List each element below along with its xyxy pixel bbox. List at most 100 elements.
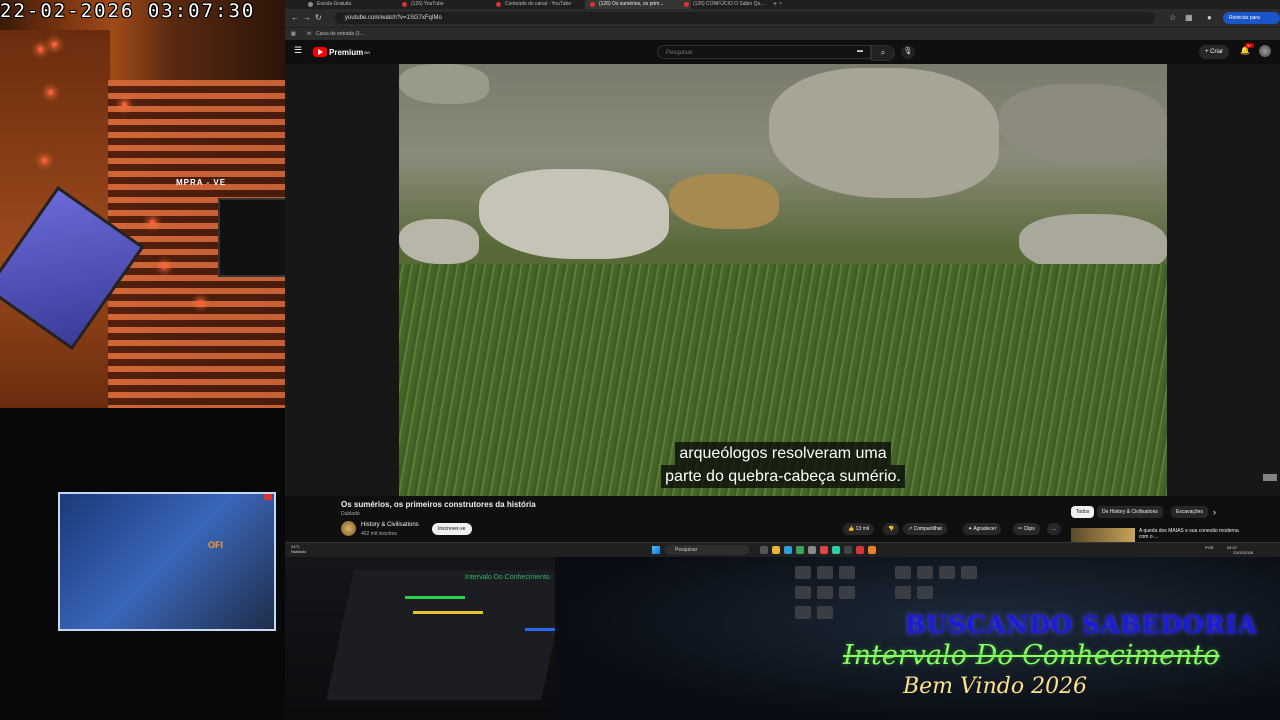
reload-icon[interactable]: ↻ <box>315 13 322 22</box>
language-indicator[interactable]: POR <box>1205 545 1214 550</box>
like-count: 13 mil <box>855 526 869 532</box>
monitor-image <box>218 198 285 277</box>
youtube-header: ☰ Premium BR Pesquisar ▬ ⌕ 🎙 + Criar 🔔 9… <box>285 40 1280 64</box>
christmas-light <box>162 264 167 269</box>
overlay-welcome: Bem Vindo 2026 <box>903 674 1088 699</box>
app-icon[interactable] <box>844 546 852 554</box>
chip-all[interactable]: Todos <box>1071 506 1095 518</box>
apps-grid-icon[interactable]: ▦ <box>291 28 296 40</box>
tab-escola[interactable]: Escola Gratuita× <box>303 0 409 9</box>
tab-sumerios[interactable]: (126) Os sumérios, os prim...× <box>585 0 691 9</box>
hamburger-menu-icon[interactable]: ☰ <box>294 45 302 56</box>
christmas-light <box>42 158 47 163</box>
level-meter <box>405 596 465 599</box>
youtube-favicon-icon <box>496 2 501 7</box>
edge-icon[interactable] <box>784 546 792 554</box>
christmas-light <box>38 47 43 52</box>
close-icon[interactable]: × <box>779 0 782 9</box>
star-icon[interactable]: ☆ <box>1169 13 1176 22</box>
app-icon[interactable] <box>820 546 828 554</box>
pad <box>939 566 955 579</box>
subtitle-caption: arqueólogos resolveram uma parte do queb… <box>639 442 927 488</box>
miniplayer-icon[interactable] <box>1263 474 1277 481</box>
forward-arrow-icon[interactable]: → <box>303 13 311 22</box>
dislike-button[interactable]: 👎 <box>883 523 900 535</box>
channel-avatar[interactable] <box>341 521 356 536</box>
recommended-title[interactable]: A queda dos MAIAS e sua conexão moderna … <box>1139 528 1239 540</box>
tab-label: (126) Os sumérios, os prim... <box>599 1 664 7</box>
video-player[interactable]: arqueólogos resolveram uma parte do queb… <box>285 64 1280 496</box>
tab-label: Escola Gratuita <box>317 1 352 7</box>
task-view-icon[interactable] <box>760 546 768 554</box>
back-arrow-icon[interactable]: ← <box>291 13 299 22</box>
url-field[interactable]: youtube.com/watch?v=1SG7xFqIMo <box>335 12 1155 24</box>
rock <box>479 169 669 259</box>
clock-date[interactable]: 22/02/2026 <box>1233 550 1253 555</box>
youtube-favicon-icon <box>402 2 407 7</box>
tab-label: (126) YouTube <box>411 1 444 7</box>
account-avatar[interactable] <box>1259 45 1271 57</box>
weather-widget[interactable]: 24°C Nublado <box>291 544 306 554</box>
christmas-light <box>122 102 127 107</box>
subscriber-count: 462 mil inscritos <box>361 531 397 537</box>
video-frame[interactable]: arqueólogos resolveram uma parte do queb… <box>399 64 1167 496</box>
country-code: BR <box>364 49 371 55</box>
system-tray[interactable]: POR 03:07 22/02/2026 <box>1205 545 1253 555</box>
caption-line-1: arqueólogos resolveram uma <box>675 442 891 465</box>
tab-label: (126) CONFÚCIO O Sábio Qu... <box>693 1 765 7</box>
second-monitor-image: OFI <box>58 492 276 631</box>
weather-condition: Nublado <box>291 549 306 554</box>
chip-from-channel[interactable]: De History & Civilisations <box>1097 506 1163 518</box>
address-bar-row: ← → ↻ youtube.com/watch?v=1SG7xFqIMo ☆ ▦… <box>285 9 1280 33</box>
clips-button[interactable]: ✂ Clips <box>1013 523 1040 535</box>
keyboard-icon[interactable]: ▬ <box>857 48 863 54</box>
tab-youtube[interactable]: (126) YouTube× <box>397 0 503 9</box>
subscribe-button[interactable]: Inscrever-se <box>432 523 472 535</box>
app-icon[interactable] <box>808 546 816 554</box>
new-tab-button[interactable]: + <box>773 0 777 9</box>
pad <box>895 586 911 599</box>
windows-taskbar: 24°C Nublado Pesquisar POR 03:07 22/02/2… <box>285 542 1280 557</box>
recommended-thumbnail[interactable] <box>1071 528 1135 542</box>
search-input[interactable]: Pesquisar <box>657 45 871 59</box>
tab-confucio[interactable]: (126) CONFÚCIO O Sábio Qu... × <box>679 0 785 9</box>
thanks-label: Agradecer <box>973 526 997 532</box>
pad <box>917 566 933 579</box>
extensions-icon[interactable]: ▦ <box>1185 13 1193 22</box>
like-button[interactable]: 👍 13 mil <box>843 523 874 535</box>
app-icon[interactable] <box>832 546 840 554</box>
search-button[interactable]: ⌕ <box>871 45 895 61</box>
mail-icon: ✉ <box>307 31 312 37</box>
rock <box>999 84 1167 164</box>
vlc-icon[interactable] <box>868 546 876 554</box>
pad <box>961 566 977 579</box>
pad <box>817 586 833 599</box>
share-button[interactable]: ↗ Compartilhar <box>903 523 948 535</box>
search-icon: ⌕ <box>880 48 886 57</box>
channel-name[interactable]: History & Civilisations <box>361 522 419 528</box>
thanks-button[interactable]: ✦ Agradecer <box>963 523 1002 535</box>
more-actions-button[interactable]: ... <box>1047 523 1062 535</box>
chip-excavations[interactable]: Escavações <box>1171 506 1208 518</box>
chevron-right-icon[interactable]: › <box>1213 506 1216 518</box>
tab-label: Conteúdo do canal - YouTube <box>505 1 571 7</box>
microphone-icon: 🎙 <box>903 48 913 55</box>
clips-label: Clips <box>1023 526 1035 532</box>
voice-search-button[interactable]: 🎙 <box>901 45 915 59</box>
chrome-icon[interactable] <box>796 546 804 554</box>
app-icon[interactable] <box>856 546 864 554</box>
caption-line-2: parte do quebra-cabeça sumério. <box>661 465 905 488</box>
restart-to-update-button[interactable]: Reiniciar para atualizar <box>1223 12 1280 33</box>
windows-start-icon[interactable] <box>652 546 660 554</box>
youtube-premium-logo[interactable]: Premium BR <box>313 46 370 58</box>
notifications-button[interactable]: 🔔 9+ <box>1240 43 1254 55</box>
logo-text: Premium <box>329 47 364 57</box>
youtube-play-icon <box>313 47 327 57</box>
bookmark-inbox[interactable]: Caixa de entrada (1... <box>316 28 364 40</box>
tab-channel-content[interactable]: Conteúdo do canal - YouTube× <box>491 0 597 9</box>
profile-icon[interactable]: ● <box>1207 13 1212 22</box>
taskbar-search[interactable]: Pesquisar <box>665 545 749 555</box>
create-button[interactable]: + Criar <box>1199 45 1230 59</box>
file-explorer-icon[interactable] <box>772 546 780 554</box>
tab-bar: Escola Gratuita× (126) YouTube× Conteúdo… <box>285 0 1280 9</box>
